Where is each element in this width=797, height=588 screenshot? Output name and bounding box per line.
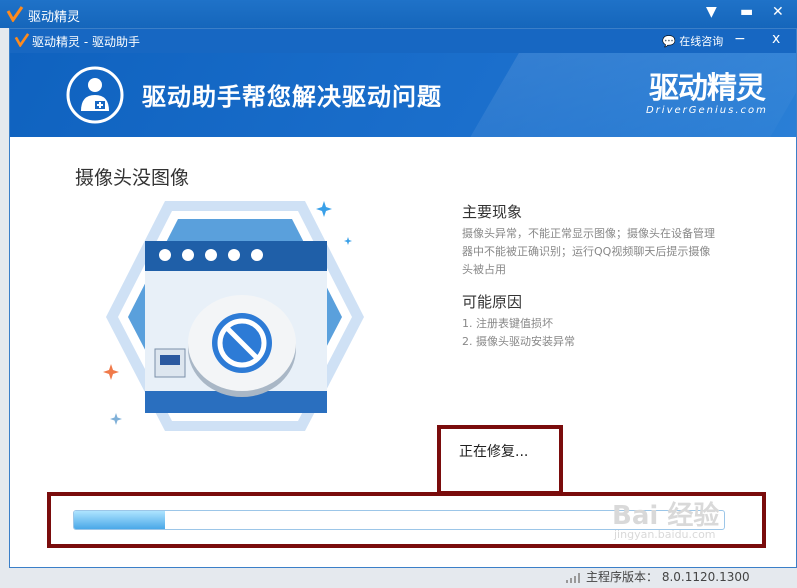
sparkle-small-icon [344, 237, 352, 245]
assistant-doctor-icon [66, 66, 124, 124]
banner-headline: 驱动助手帮您解决驱动问题 [142, 83, 442, 111]
problem-title: 摄像头没图像 [75, 167, 190, 189]
brand-logo: 驱动精灵 DriverGenius.com [646, 71, 768, 116]
causes-list: 1. 注册表键值损坏 2. 摄像头驱动安装异常 [462, 315, 575, 351]
repair-status-text: 正在修复... [459, 444, 529, 460]
sparkle-icon [316, 201, 332, 217]
status-highlight: 正在修复... [437, 425, 563, 495]
chat-bubble-icon: 💬 [662, 35, 676, 48]
header-banner: 驱动助手帮您解决驱动问题 驱动精灵 DriverGenius.com [10, 53, 796, 137]
online-consult-link[interactable]: 💬 在线咨询 [662, 33, 723, 49]
baidu-watermark: Bai 经验 [612, 501, 720, 531]
outer-close-button[interactable]: ✕ [772, 4, 784, 20]
outer-window-title: 驱动精灵 [28, 10, 81, 25]
symptoms-text: 摄像头异常，不能正常显示图像；摄像头在设备管理 器中不能被正确识别；运行QQ视频… [462, 227, 715, 276]
signal-icon [566, 572, 580, 583]
list-item: 2. 摄像头驱动安装异常 [462, 335, 575, 348]
symptoms-title: 主要现象 [462, 203, 523, 221]
menu-dropdown-icon[interactable]: ▼ [706, 4, 717, 20]
dialog-title: 驱动精灵 - 驱动助手 [32, 35, 140, 49]
version-footer: 主程序版本： 8.0.1120.1300 [566, 568, 750, 585]
camera-illustration [106, 201, 364, 431]
outer-title-bar: 驱动精灵 ▼ ▬ ✕ [0, 0, 797, 28]
outer-minimize-button[interactable]: ▬ [740, 4, 753, 20]
dialog-minimize-button[interactable]: − [734, 31, 746, 47]
sparkle-orange-icon [103, 364, 119, 380]
baidu-watermark-url: jingyan.baidu.com [614, 528, 716, 541]
sparkle-blue-icon [110, 413, 122, 425]
list-item: 1. 注册表键值损坏 [462, 317, 553, 330]
causes-title: 可能原因 [462, 293, 523, 311]
app-logo-icon [6, 6, 24, 22]
dialog-title-bar: 驱动精灵 - 驱动助手 💬 在线咨询 − x [10, 29, 796, 53]
dialog-close-button[interactable]: x [772, 31, 780, 47]
progress-fill [74, 511, 165, 529]
driver-assistant-dialog: 驱动精灵 - 驱动助手 💬 在线咨询 − x 驱动助手帮您解决驱动问题 驱动精灵… [9, 28, 797, 568]
dialog-logo-icon [14, 33, 30, 47]
